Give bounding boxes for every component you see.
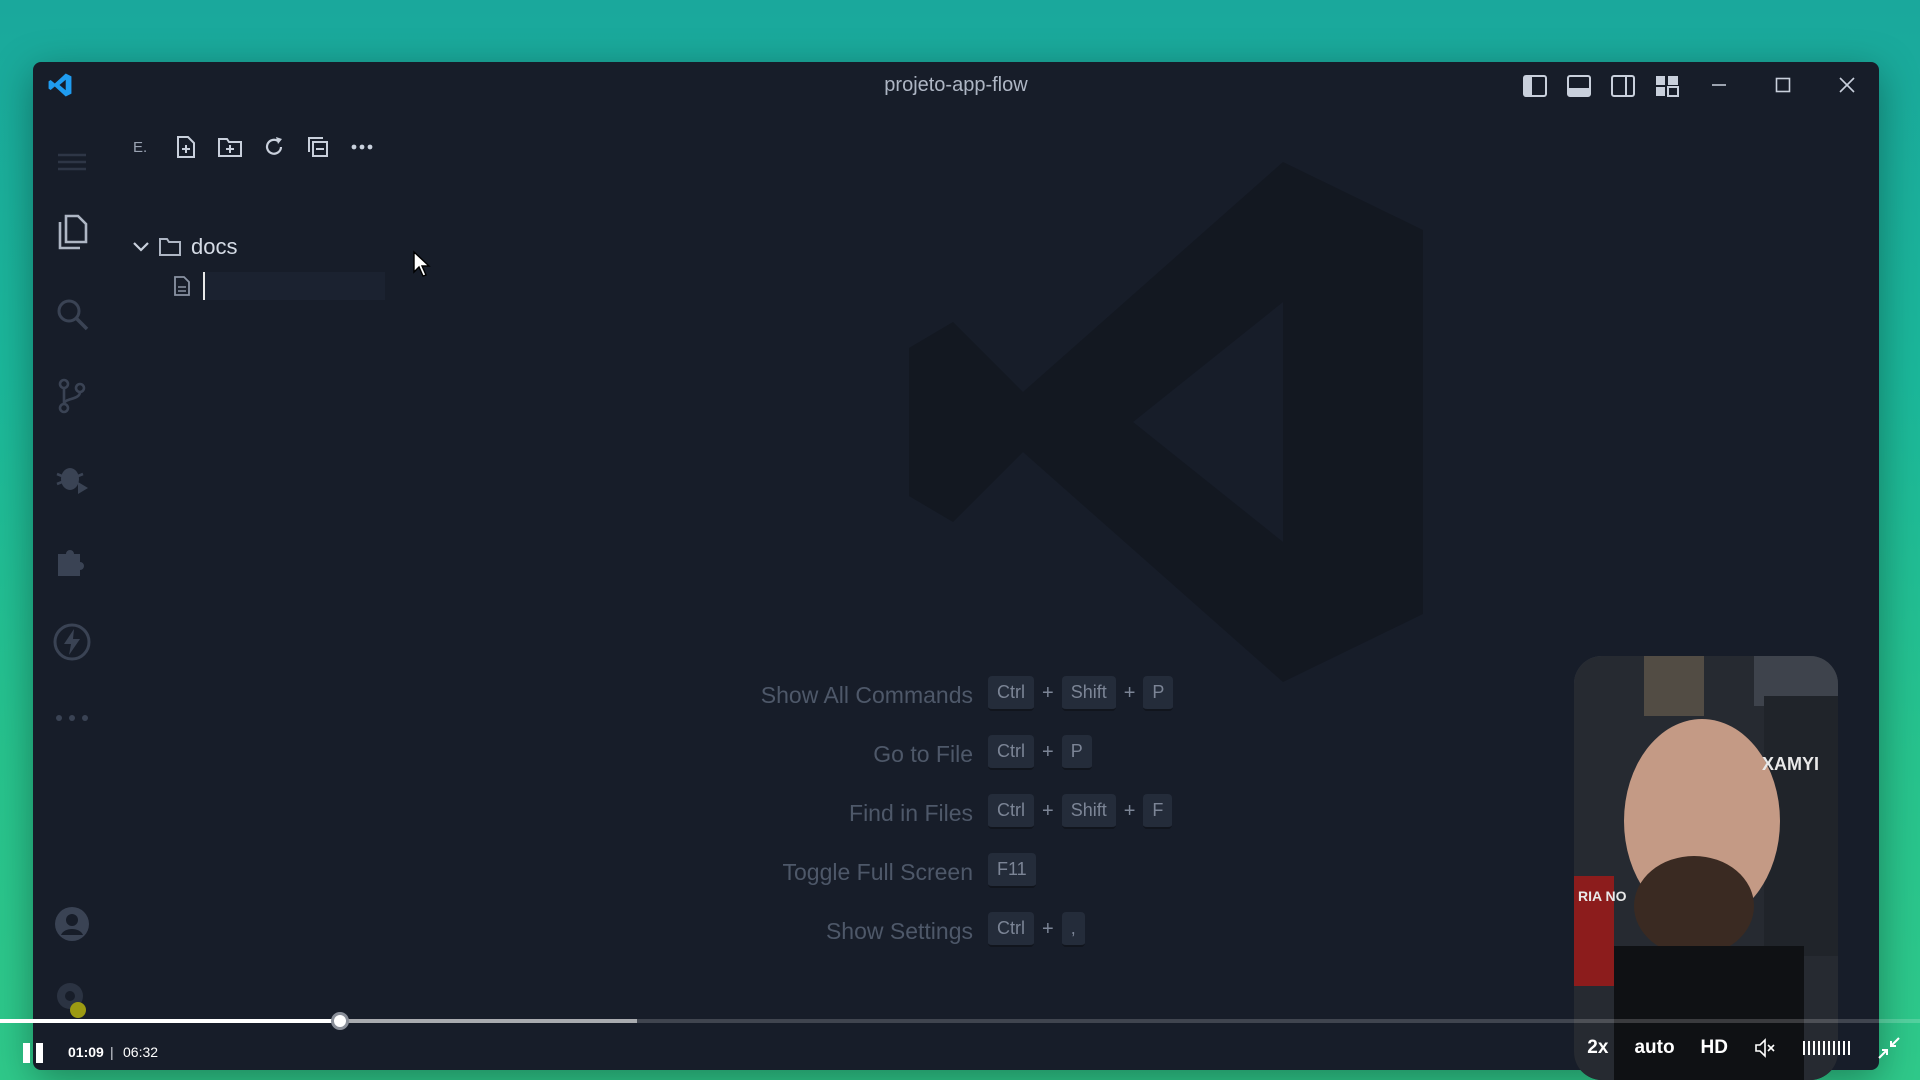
layout-controls (1521, 72, 1681, 100)
key-plus: + (1042, 800, 1054, 822)
tree-folder-docs[interactable]: docs (133, 234, 237, 260)
key-cap: Ctrl (988, 794, 1034, 829)
shortcut-row: Find in Files Ctrl + Shift + F (733, 792, 1433, 832)
key-cap: Shift (1061, 794, 1116, 829)
new-folder-icon[interactable] (217, 134, 243, 160)
maximize-icon[interactable] (1751, 62, 1815, 108)
new-file-name-input[interactable] (203, 272, 385, 300)
current-time: 01:09 (68, 1044, 104, 1060)
folder-icon (159, 238, 181, 256)
shortcut-row: Show All Commands Ctrl + Shift + P (733, 674, 1433, 714)
shortcut-row: Show Settings Ctrl + , (733, 910, 1433, 950)
extensions-icon[interactable] (46, 534, 98, 586)
shortcut-row: Go to File Ctrl + P (733, 733, 1433, 773)
close-icon[interactable] (1815, 62, 1879, 108)
webcam-overlay-text: XAMYI (1762, 754, 1820, 774)
exit-fullscreen-icon[interactable] (1878, 1037, 1900, 1059)
minimize-icon[interactable] (1687, 62, 1751, 108)
key-plus: + (1042, 918, 1054, 940)
webcam-overlay: XAMYI RIA NO (1574, 656, 1838, 1080)
shortcut-keys: Ctrl + , (988, 912, 1085, 947)
source-control-icon[interactable] (46, 370, 98, 422)
toggle-panel-icon[interactable] (1565, 72, 1593, 100)
key-plus: + (1042, 682, 1054, 704)
player-controls: 01:09 | 06:32 2x auto HD (0, 1023, 1920, 1080)
window-controls (1687, 62, 1879, 108)
collapse-all-icon[interactable] (305, 134, 331, 160)
folder-label: docs (191, 234, 238, 259)
run-debug-icon[interactable] (46, 452, 98, 504)
key-plus: + (1123, 682, 1136, 704)
shortcut-keys: Ctrl + P (988, 735, 1092, 770)
mouse-cursor-icon (413, 250, 431, 277)
search-icon[interactable] (46, 288, 98, 340)
pause-icon[interactable] (20, 1040, 46, 1066)
quality-button[interactable]: HD (1701, 1037, 1728, 1059)
new-file-icon[interactable] (173, 134, 199, 160)
quality-mode-button[interactable]: auto (1634, 1037, 1674, 1059)
menu-icon[interactable] (46, 136, 98, 188)
shortcut-row: Toggle Full Screen F11 (733, 851, 1433, 891)
time-separator: | (110, 1044, 114, 1060)
webcam-person-image (1574, 656, 1838, 1080)
shortcut-label: Go to File (873, 741, 973, 767)
webcam-overlay-text: RIA NO (1578, 888, 1627, 904)
key-cap: F (1143, 794, 1173, 829)
key-cap: , (1061, 912, 1085, 947)
shortcut-label: Toggle Full Screen (782, 859, 974, 885)
shortcut-keys: F11 (988, 853, 1036, 888)
more-icon[interactable] (46, 692, 98, 744)
key-cap: Ctrl (988, 676, 1034, 711)
shortcut-keys: Ctrl + Shift + P (988, 676, 1174, 711)
vscode-watermark-logo (909, 162, 1423, 682)
refresh-icon[interactable] (261, 134, 287, 160)
playback-speed-button[interactable]: 2x (1587, 1037, 1608, 1059)
key-plus: + (1123, 800, 1136, 822)
player-right-controls: 2x auto HD (1587, 1037, 1900, 1059)
ellipsis-icon[interactable] (349, 134, 375, 160)
chevron-down-icon[interactable] (133, 242, 149, 252)
explorer-icon[interactable] (46, 206, 98, 258)
toggle-primary-sidebar-icon[interactable] (1521, 72, 1549, 100)
customize-layout-icon[interactable] (1653, 72, 1681, 100)
toggle-secondary-sidebar-icon[interactable] (1609, 72, 1637, 100)
volume-slider[interactable] (1802, 1039, 1852, 1057)
activity-bar (33, 108, 111, 1070)
shortcut-label: Show Settings (825, 918, 973, 944)
total-time: 06:32 (123, 1044, 159, 1060)
key-cap: Shift (1061, 676, 1116, 711)
key-cap: Ctrl (988, 912, 1034, 947)
new-file-row (173, 270, 428, 302)
key-cap: Ctrl (988, 735, 1034, 770)
key-plus: + (1042, 741, 1054, 763)
explorer-title: E. (133, 138, 148, 156)
thunder-client-icon[interactable] (46, 616, 98, 668)
explorer-panel: E. docs (133, 122, 433, 722)
key-cap: P (1143, 676, 1174, 711)
volume-muted-icon[interactable] (1754, 1038, 1776, 1058)
shortcut-label: Show All Commands (760, 682, 973, 708)
key-cap: F11 (988, 853, 1036, 888)
accounts-icon[interactable] (46, 898, 98, 950)
shortcut-keys: Ctrl + Shift + F (988, 794, 1173, 829)
shortcut-label: Find in Files (849, 800, 973, 826)
explorer-toolbar: E. (133, 134, 375, 160)
title-bar: projeto-app-flow (33, 62, 1879, 108)
file-icon (174, 276, 190, 296)
key-cap: P (1061, 735, 1092, 770)
